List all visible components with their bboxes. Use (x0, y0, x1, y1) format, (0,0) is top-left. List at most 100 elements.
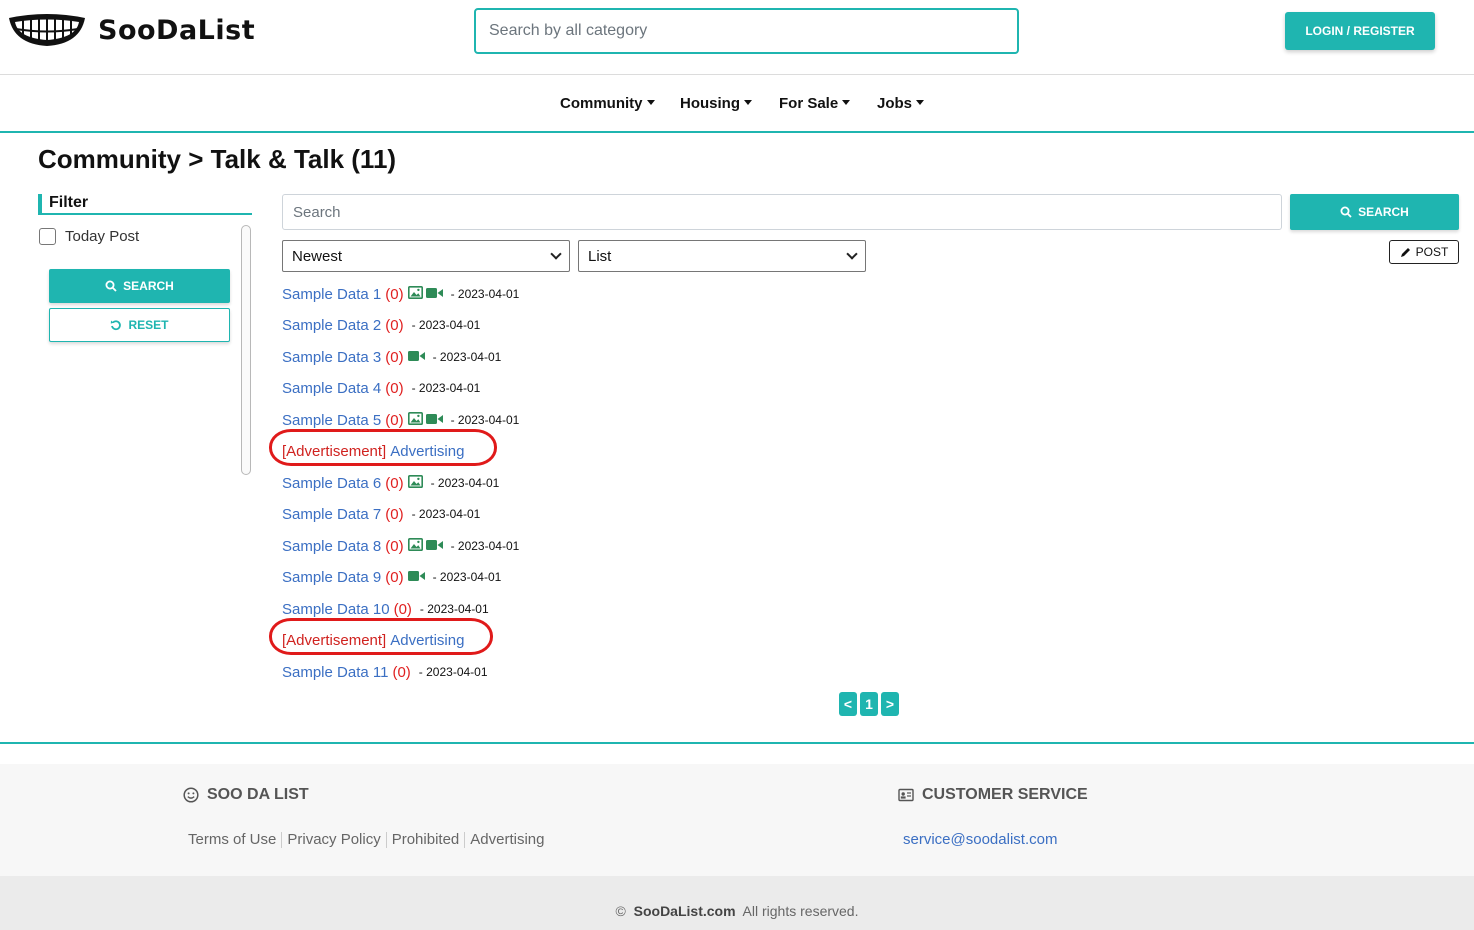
advertisement-link[interactable]: Advertising (390, 632, 464, 649)
comment-count: (0) (385, 474, 404, 492)
page-number-button[interactable]: 1 (860, 692, 878, 716)
post-title-link[interactable]: Sample Data 9 (282, 569, 381, 586)
comment-count: (0) (385, 568, 404, 586)
post-title-link[interactable]: Sample Data 7 (282, 506, 381, 523)
login-register-button[interactable]: LOGIN / REGISTER (1285, 12, 1435, 50)
prev-page-button[interactable]: < (839, 692, 857, 716)
footer-service-text: CUSTOMER SERVICE (922, 786, 1088, 803)
post-row[interactable]: Sample Data 5 (0) - 2023-04-01 (282, 409, 519, 431)
post-row[interactable]: Sample Data 7 (0) - 2023-04-01 (282, 503, 480, 525)
new-post-button[interactable]: POST (1389, 240, 1459, 264)
comment-count: (0) (385, 348, 404, 366)
comment-count: (0) (393, 600, 412, 618)
copyright-site: SooDaList.com (633, 903, 736, 919)
nav-community[interactable]: Community (560, 95, 655, 112)
main-nav: Community Housing For Sale Jobs (0, 75, 1474, 133)
post-title-link[interactable]: Sample Data 3 (282, 349, 381, 366)
nav-label: Housing (680, 95, 740, 112)
site-footer: SOO DA LIST CUSTOMER SERVICE Terms of Us… (0, 764, 1474, 876)
video-icon (425, 538, 443, 555)
post-title-link[interactable]: Sample Data 1 (282, 286, 381, 303)
link-separator (385, 831, 387, 848)
board-search-button[interactable]: SEARCH (1290, 194, 1459, 230)
post-date: - 2023-04-01 (419, 602, 489, 616)
post-row[interactable]: Sample Data 10 (0) - 2023-04-01 (282, 598, 489, 620)
post-date: - 2023-04-01 (432, 570, 502, 584)
sort-select[interactable]: Newest (282, 240, 570, 272)
post-row[interactable]: Sample Data 2 (0) - 2023-04-01 (282, 314, 480, 336)
post-title-link[interactable]: Sample Data 4 (282, 380, 381, 397)
post-title-link[interactable]: Sample Data 2 (282, 317, 381, 334)
view-mode-select[interactable]: List (578, 240, 866, 272)
post-row[interactable]: Sample Data 11 (0) - 2023-04-01 (282, 661, 488, 683)
page-title: Community > Talk & Talk (11) (38, 144, 397, 174)
caret-down-icon (916, 99, 925, 105)
footer-link-privacy[interactable]: Privacy Policy (287, 831, 380, 848)
copyright-bar: © SooDaList.com All rights reserved. (0, 876, 1474, 930)
post-title-link[interactable]: Sample Data 5 (282, 412, 381, 429)
filter-search-button[interactable]: SEARCH (49, 269, 230, 303)
board-search-label: SEARCH (1358, 205, 1409, 219)
caret-down-icon (646, 99, 655, 105)
link-separator (281, 831, 283, 848)
post-row[interactable]: Sample Data 9 (0) - 2023-04-01 (282, 566, 501, 588)
post-row[interactable]: Sample Data 3 (0) - 2023-04-01 (282, 346, 501, 368)
comment-count: (0) (385, 285, 404, 303)
video-icon (425, 412, 443, 429)
today-post-filter[interactable]: Today Post (39, 228, 139, 245)
post-date: - 2023-04-01 (432, 350, 502, 364)
post-date: - 2023-04-01 (411, 507, 481, 521)
copyright-rest: All rights reserved. (742, 903, 859, 919)
post-date: - 2023-04-01 (430, 476, 500, 490)
global-search-input[interactable] (474, 8, 1019, 54)
footer-brand-heading: SOO DA LIST (183, 786, 309, 804)
advertisement-row[interactable]: [Advertisement] Advertising (282, 440, 464, 462)
advertisement-link[interactable]: Advertising (390, 443, 464, 460)
video-icon (407, 569, 425, 586)
footer-link-terms[interactable]: Terms of Use (188, 831, 276, 848)
comment-count: (0) (392, 663, 411, 681)
filter-heading: Filter (38, 193, 252, 215)
nav-for-sale[interactable]: For Sale (779, 95, 851, 112)
footer-links: Terms of Use Privacy Policy Prohibited A… (188, 831, 544, 848)
sort-value: Newest (292, 247, 343, 265)
nav-label: Community (560, 95, 643, 112)
post-row[interactable]: Sample Data 8 (0) - 2023-04-01 (282, 535, 519, 557)
nav-housing[interactable]: Housing (680, 95, 752, 112)
support-email-link[interactable]: service@soodalist.com (903, 831, 1057, 848)
reset-icon (111, 320, 122, 331)
filter-title: Filter (49, 194, 89, 211)
site-logo[interactable]: SooDaList (6, 12, 255, 48)
post-title-link[interactable]: Sample Data 11 (282, 664, 388, 681)
post-title-link[interactable]: Sample Data 8 (282, 538, 381, 555)
new-post-label: POST (1415, 245, 1449, 259)
footer-link-prohibited[interactable]: Prohibited (392, 831, 460, 848)
filter-reset-button[interactable]: RESET (49, 308, 230, 342)
post-date: - 2023-04-01 (450, 287, 520, 301)
footer-service-heading: CUSTOMER SERVICE (898, 786, 1088, 804)
search-icon (1340, 206, 1352, 218)
image-icon (407, 411, 423, 429)
post-row[interactable]: Sample Data 6 (0) - 2023-04-01 (282, 472, 499, 494)
next-page-button[interactable]: > (881, 692, 899, 716)
nav-label: For Sale (779, 95, 839, 112)
site-header: SooDaList LOGIN / REGISTER (0, 0, 1474, 75)
post-title-link[interactable]: Sample Data 6 (282, 475, 381, 492)
search-icon (105, 280, 117, 292)
image-icon (407, 474, 423, 492)
video-icon (407, 349, 425, 366)
footer-link-advertising[interactable]: Advertising (470, 831, 544, 848)
comment-count: (0) (385, 379, 404, 397)
filter-scrollbar[interactable] (241, 225, 251, 475)
pagination: < 1 > (839, 692, 899, 716)
post-title-link[interactable]: Sample Data 10 (282, 601, 390, 618)
today-post-checkbox[interactable] (39, 228, 56, 245)
link-separator (464, 831, 466, 848)
advertisement-row[interactable]: [Advertisement] Advertising (282, 629, 464, 651)
filter-reset-label: RESET (128, 318, 169, 332)
advertisement-tag: [Advertisement] (282, 442, 387, 460)
board-search-input[interactable] (282, 194, 1282, 230)
nav-jobs[interactable]: Jobs (877, 95, 925, 112)
post-row[interactable]: Sample Data 4 (0) - 2023-04-01 (282, 377, 480, 399)
post-row[interactable]: Sample Data 1 (0) - 2023-04-01 (282, 283, 519, 305)
